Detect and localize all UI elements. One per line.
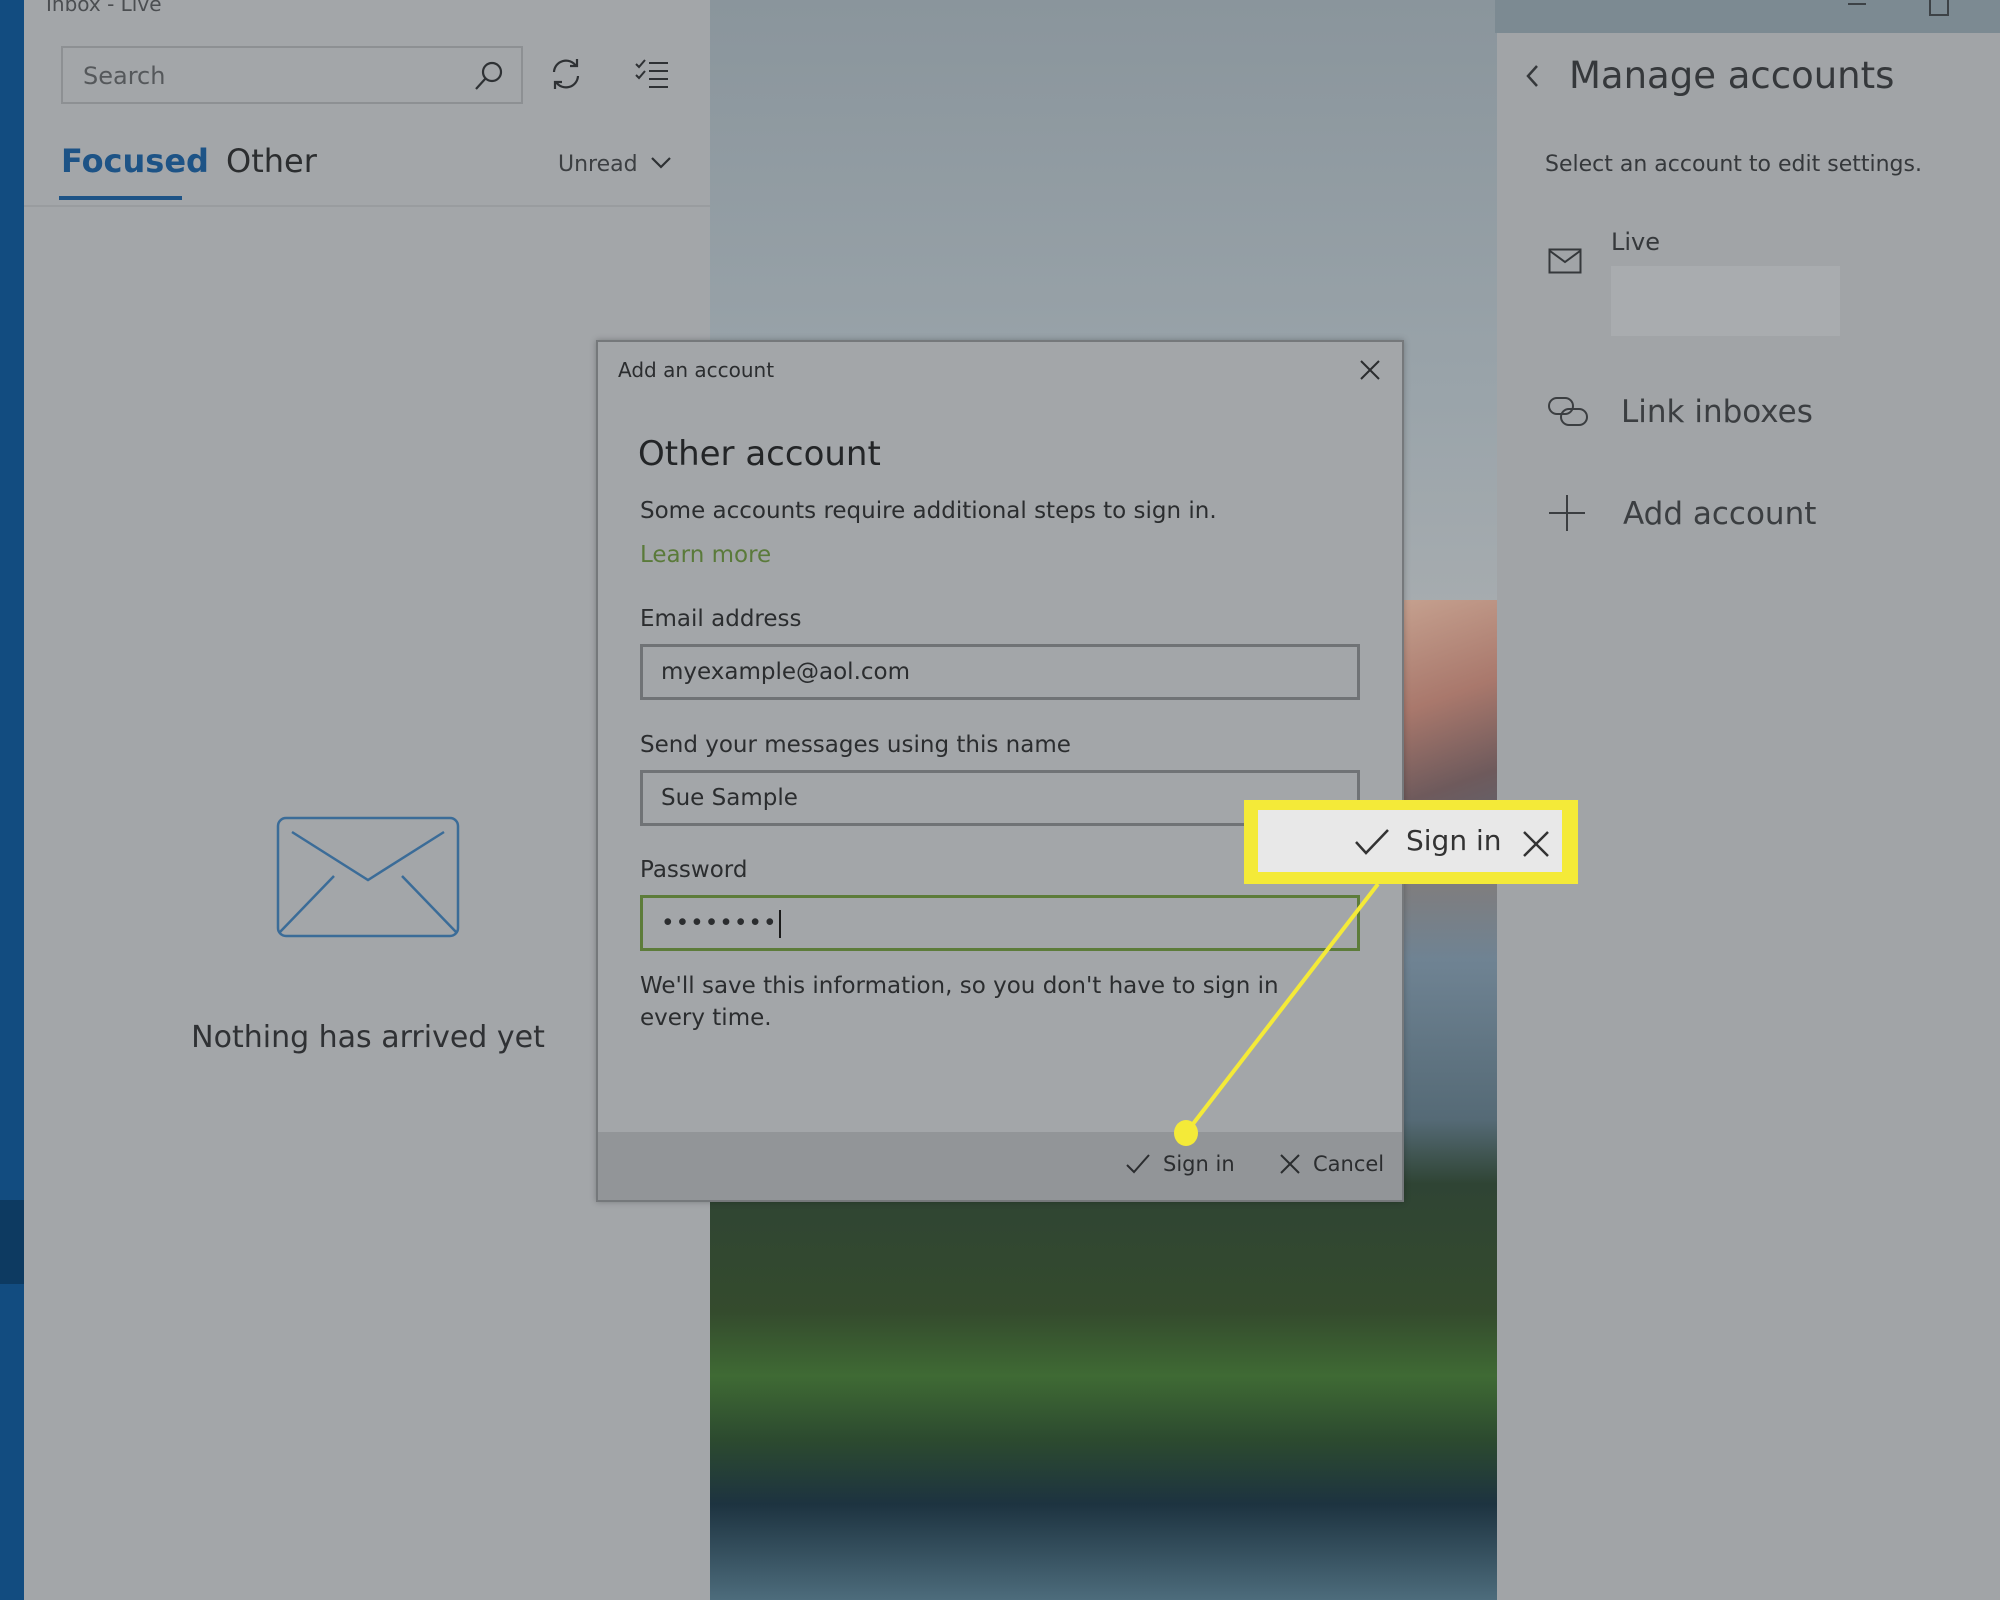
- checkmark-icon: [1354, 828, 1390, 856]
- text-caret: [778, 910, 781, 938]
- display-name-value: Sue Sample: [661, 785, 798, 811]
- cancel-button[interactable]: Cancel: [1279, 1152, 1384, 1176]
- callout-sign-in-label: Sign in: [1406, 824, 1502, 857]
- search-input[interactable]: Search: [61, 46, 523, 104]
- empty-mail-icon: [276, 816, 460, 938]
- cancel-label: Cancel: [1313, 1152, 1385, 1176]
- password-field[interactable]: ••••••••: [640, 895, 1360, 951]
- add-account-button[interactable]: Add account: [1623, 496, 1816, 532]
- navigation-bar: [0, 0, 24, 1600]
- dialog-heading: Other account: [638, 434, 881, 474]
- dialog-footer: Sign in Cancel: [598, 1132, 1402, 1200]
- close-icon[interactable]: [1358, 358, 1382, 382]
- window-titlebar: [1495, 0, 2000, 33]
- dialog-description: Some accounts require additional steps t…: [640, 498, 1217, 524]
- filter-dropdown[interactable]: Unread: [558, 152, 638, 177]
- mail-icon: [1548, 248, 1582, 274]
- select-mode-icon[interactable]: [634, 58, 670, 90]
- plus-icon: [1548, 494, 1586, 532]
- checkmark-icon: [1125, 1153, 1151, 1175]
- chevron-down-icon[interactable]: [650, 152, 672, 174]
- back-arrow-icon[interactable]: [1524, 62, 1542, 90]
- search-placeholder: Search: [83, 62, 166, 90]
- minimize-icon[interactable]: [1848, 3, 1866, 5]
- empty-inbox-message: Nothing has arrived yet: [191, 1020, 545, 1055]
- window-title: Inbox - Live: [46, 0, 162, 16]
- tab-other[interactable]: Other: [226, 142, 317, 180]
- password-label: Password: [640, 857, 748, 883]
- callout-sign-in-zoom: Sign in: [1258, 810, 1562, 872]
- dialog-title: Add an account: [618, 358, 775, 382]
- link-inboxes-button[interactable]: Link inboxes: [1621, 394, 1813, 430]
- tab-focused[interactable]: Focused: [61, 142, 209, 180]
- add-account-dialog: Add an account Other account Some accoun…: [596, 340, 1404, 1202]
- sign-in-button[interactable]: Sign in: [1125, 1152, 1235, 1176]
- search-icon[interactable]: [473, 60, 505, 92]
- cancel-x-icon: [1279, 1153, 1301, 1175]
- sign-in-label: Sign in: [1163, 1152, 1235, 1176]
- email-field[interactable]: myexample@aol.com: [640, 644, 1360, 700]
- navigation-bar-selected-item[interactable]: [0, 1200, 24, 1284]
- password-value: ••••••••: [661, 910, 778, 937]
- email-label: Email address: [640, 606, 802, 632]
- account-item-live[interactable]: Live: [1611, 228, 1660, 256]
- close-icon: [1522, 830, 1550, 858]
- tab-focused-indicator: [59, 196, 182, 200]
- panel-subtitle: Select an account to edit settings.: [1545, 152, 1922, 177]
- panel-title: Manage accounts: [1569, 54, 1895, 97]
- account-email-redacted: [1611, 266, 1840, 336]
- save-info-note: We'll save this information, so you don'…: [640, 973, 1279, 1031]
- refresh-icon[interactable]: [548, 56, 584, 92]
- email-value: myexample@aol.com: [661, 659, 911, 685]
- callout-highlight: Sign in: [1244, 800, 1578, 884]
- display-name-label: Send your messages using this name: [640, 732, 1071, 758]
- maximize-icon[interactable]: [1929, 0, 1949, 16]
- link-icon: [1547, 396, 1589, 428]
- learn-more-link[interactable]: Learn more: [640, 542, 771, 568]
- divider: [24, 205, 710, 207]
